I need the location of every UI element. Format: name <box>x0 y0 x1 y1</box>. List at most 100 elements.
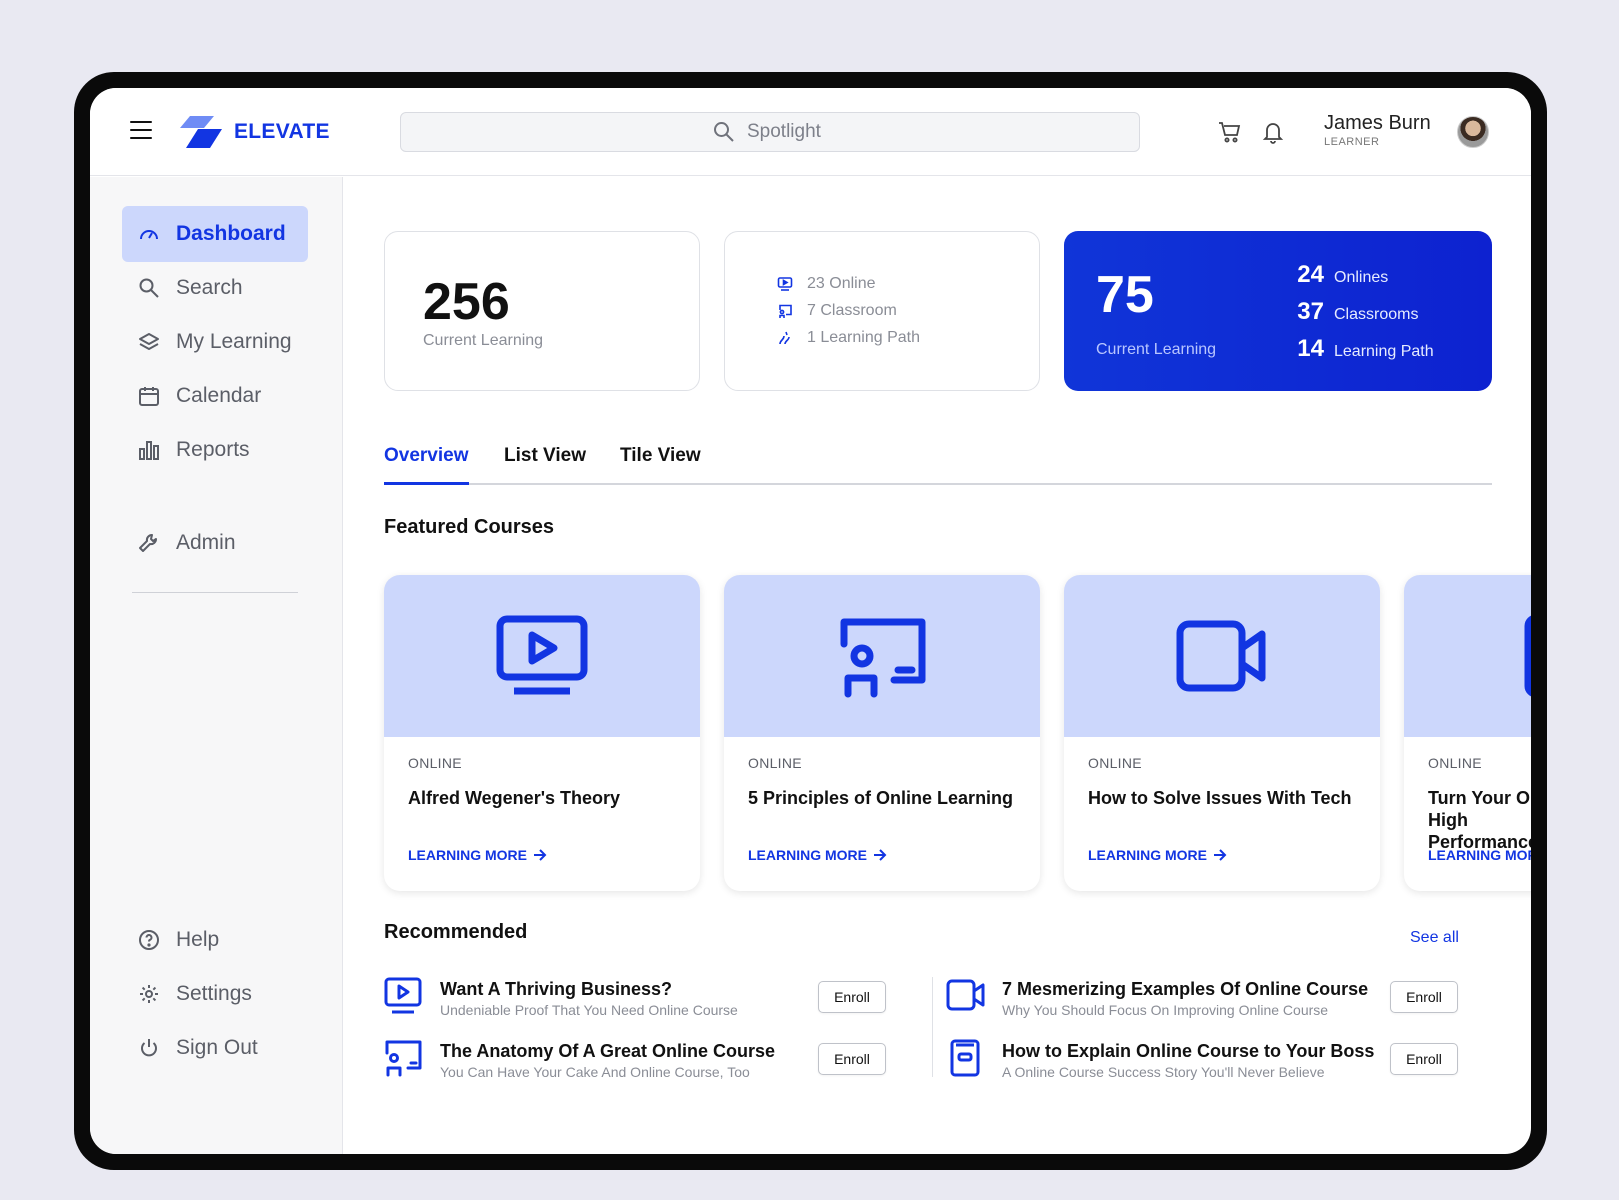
user-info[interactable]: James Burn LEARNER <box>1324 112 1431 148</box>
stat-card-breakdown: 23 Online 7 Classroom 1 Learning Path <box>724 231 1040 391</box>
course-banner <box>724 575 1040 737</box>
course-banner <box>384 575 700 737</box>
breakdown-classroom: 7 Classroom <box>777 297 920 324</box>
calendar-icon <box>139 387 159 406</box>
book-icon <box>1524 615 1531 697</box>
enroll-button[interactable]: Enroll <box>1390 1043 1458 1075</box>
classroom-icon <box>779 304 792 318</box>
course-card[interactable]: ONLINE Turn Your Online High Performance… <box>1404 575 1531 891</box>
bell-icon[interactable] <box>1262 120 1284 144</box>
video-screen-icon <box>384 977 422 1014</box>
video-camera-icon <box>946 979 985 1011</box>
featured-title: Featured Courses <box>384 516 555 538</box>
elevate-logo-icon <box>180 116 222 148</box>
path-icon <box>779 331 790 344</box>
learning-more-link[interactable]: LEARNING MORE <box>1428 847 1531 863</box>
highlight-row-onlines: 24 Onlines <box>1297 261 1389 288</box>
highlight-row-path: 14 Learning Path <box>1297 335 1434 362</box>
avatar[interactable] <box>1457 116 1489 148</box>
tab-list-view[interactable]: List View <box>504 445 586 485</box>
breakdown-path: 1 Learning Path <box>777 324 920 351</box>
sidebar-item-label: Search <box>176 276 243 299</box>
sidebar-item-label: Admin <box>176 531 236 554</box>
sidebar-item-dashboard[interactable]: Dashboard <box>122 206 308 262</box>
gear-icon <box>140 985 158 1003</box>
recommended-subtitle: You Can Have Your Cake And Online Course… <box>440 1064 750 1080</box>
sidebar-item-label: Calendar <box>176 384 262 407</box>
learning-more-link[interactable]: LEARNING MORE <box>408 847 547 863</box>
course-kind: ONLINE <box>748 755 802 771</box>
recommended-title-text: The Anatomy Of A Great Online Course <box>440 1041 776 1061</box>
sidebar-item-label: Settings <box>176 982 252 1005</box>
sidebar-item-label: Reports <box>176 438 250 461</box>
classroom-icon <box>385 1040 422 1077</box>
tab-tile-view[interactable]: Tile View <box>620 445 701 485</box>
brand-name: ELEVATE <box>234 120 330 143</box>
course-title: Turn Your Online High Performance <box>1428 788 1531 852</box>
sidebar-divider <box>132 592 298 593</box>
learning-more-link[interactable]: LEARNING MORE <box>1088 847 1227 863</box>
arrow-right-icon <box>534 849 547 861</box>
tab-overview[interactable]: Overview <box>384 445 469 485</box>
sidebar-item-settings[interactable]: Settings <box>122 966 308 1022</box>
course-title: 5 Principles of Online Learning <box>748 788 1014 808</box>
see-all-link[interactable]: See all <box>1410 929 1459 947</box>
course-title: Alfred Wegener's Theory <box>408 788 621 808</box>
recommended-title-text: Want A Thriving Business? <box>440 979 673 999</box>
device-frame: ELEVATE James Burn LEARNER Dashboard Sea… <box>74 72 1547 1170</box>
layers-icon <box>139 333 159 350</box>
arrow-right-icon <box>1214 849 1227 861</box>
spotlight-search[interactable] <box>400 112 1140 152</box>
top-bar: ELEVATE James Burn LEARNER <box>90 88 1531 176</box>
recommended-subtitle: Why You Should Focus On Improving Online… <box>1002 1002 1329 1018</box>
recommended-subtitle: A Online Course Success Story You'll Nev… <box>1002 1064 1325 1080</box>
sidebar: Dashboard Search My Learning Calendar Re… <box>90 177 343 1154</box>
course-kind: ONLINE <box>408 755 462 771</box>
enroll-button[interactable]: Enroll <box>1390 981 1458 1013</box>
sidebar-item-help[interactable]: Help <box>122 912 308 968</box>
search-icon <box>139 278 159 298</box>
recommended-title: Recommended <box>384 921 528 943</box>
course-card[interactable]: ONLINE Alfred Wegener's Theory LEARNING … <box>384 575 700 891</box>
view-tabs: Overview List View Tile View <box>384 445 1492 485</box>
menu-icon[interactable] <box>130 121 152 141</box>
course-card[interactable]: ONLINE 5 Principles of Online Learning L… <box>724 575 1040 891</box>
course-kind: ONLINE <box>1428 755 1482 771</box>
sidebar-item-sign-out[interactable]: Sign Out <box>122 1020 308 1076</box>
sidebar-item-label: Dashboard <box>176 222 286 245</box>
stat-card-current: 256 Current Learning <box>384 231 700 391</box>
wrench-icon <box>139 534 157 552</box>
sidebar-item-label: Help <box>176 928 220 951</box>
stat-value: 256 <box>423 273 510 331</box>
course-card[interactable]: ONLINE How to Solve Issues With Tech LEA… <box>1064 575 1380 891</box>
sidebar-item-calendar[interactable]: Calendar <box>122 368 308 424</box>
search-icon <box>714 122 734 142</box>
bar-chart-icon <box>139 441 159 460</box>
book-icon <box>950 1039 980 1077</box>
classroom-icon <box>840 618 926 698</box>
power-icon <box>141 1039 157 1057</box>
enroll-button[interactable]: Enroll <box>818 1043 886 1075</box>
main-content: 256 Current Learning 23 Online 7 Classro… <box>344 177 1531 1154</box>
recommended-divider <box>932 977 933 1077</box>
user-name: James Burn <box>1324 112 1431 134</box>
sidebar-item-my-learning[interactable]: My Learning <box>122 314 308 370</box>
logo[interactable]: ELEVATE <box>176 114 330 150</box>
recommended-subtitle: Undeniable Proof That You Need Online Co… <box>440 1002 738 1018</box>
search-input[interactable] <box>747 121 827 143</box>
sidebar-item-label: My Learning <box>176 330 292 353</box>
highlight-row-classrooms: 37 Classrooms <box>1297 298 1419 325</box>
course-kind: ONLINE <box>1088 755 1142 771</box>
cart-icon[interactable] <box>1218 121 1242 143</box>
enroll-button[interactable]: Enroll <box>818 981 886 1013</box>
learning-more-link[interactable]: LEARNING MORE <box>748 847 887 863</box>
video-camera-icon <box>1176 620 1266 692</box>
sidebar-item-search[interactable]: Search <box>122 260 308 316</box>
sidebar-item-reports[interactable]: Reports <box>122 422 308 478</box>
user-role: LEARNER <box>1324 136 1380 148</box>
recommended-title-text: How to Explain Online Course to Your Bos… <box>1002 1041 1375 1061</box>
video-screen-icon <box>496 615 588 695</box>
sidebar-item-admin[interactable]: Admin <box>122 515 308 571</box>
gauge-icon <box>140 230 158 240</box>
stat-value: 75 <box>1096 266 1154 324</box>
